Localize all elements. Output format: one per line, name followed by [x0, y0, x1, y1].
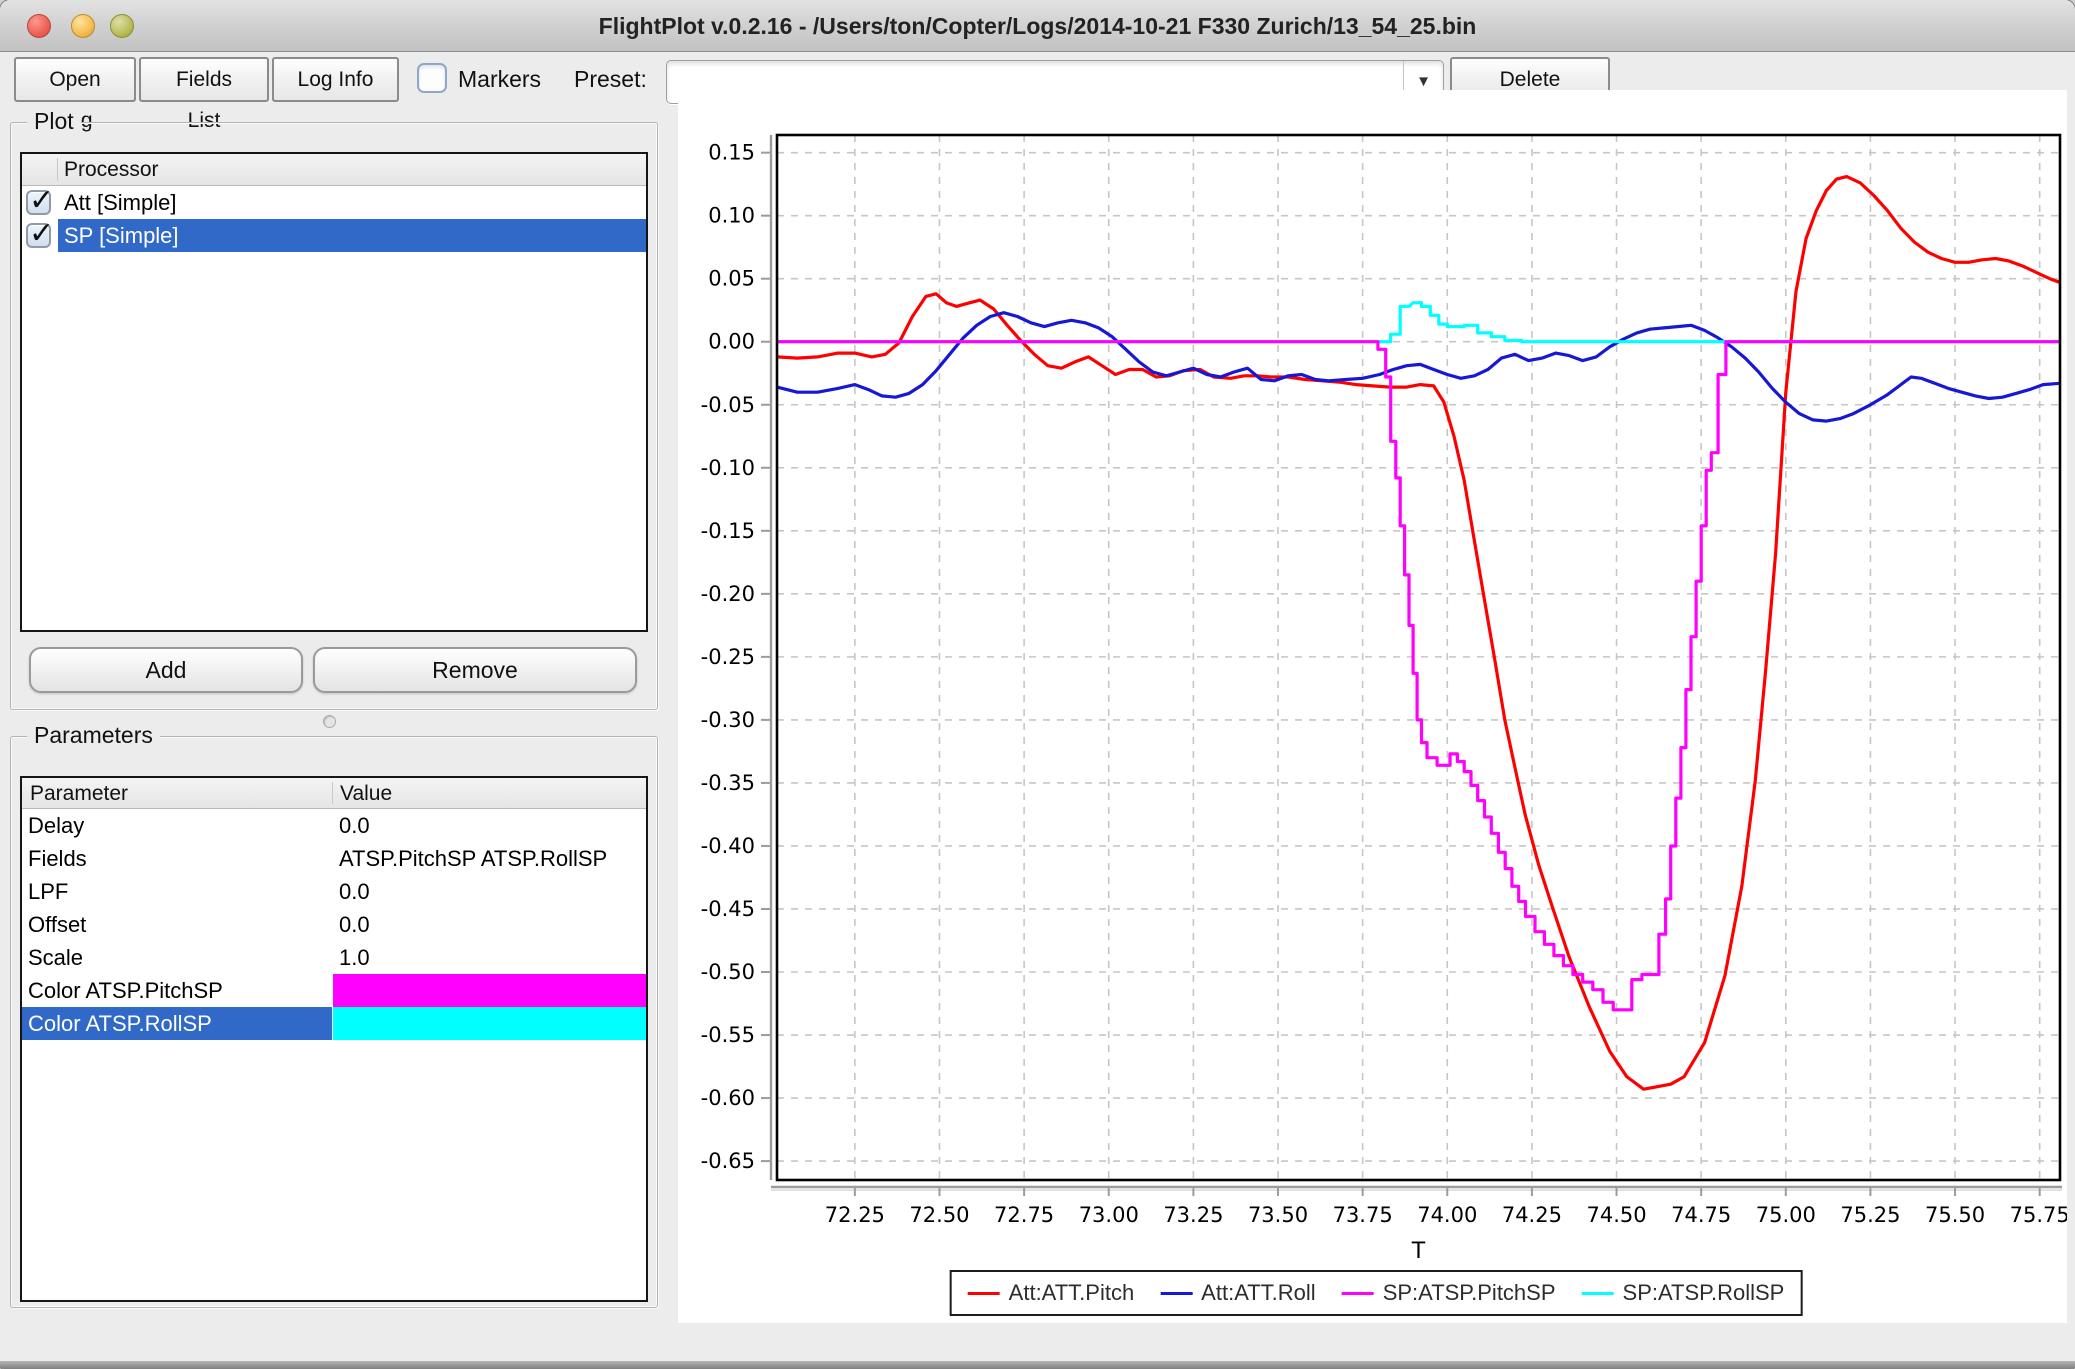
x-tick-label: 72.75 [994, 1203, 1054, 1227]
legend-line-icon [1160, 1291, 1193, 1295]
y-tick-label: -0.40 [701, 834, 755, 858]
parameter-name-cell[interactable]: LPF [22, 875, 332, 908]
y-tick-label: 0.00 [708, 330, 755, 354]
log-info-button[interactable]: Log Info [272, 57, 399, 102]
x-tick-label: 72.25 [825, 1203, 885, 1227]
parameter-name-cell[interactable]: Fields [22, 842, 332, 875]
preset-label: Preset: [574, 66, 647, 92]
chart-canvas[interactable]: 0.15 0.10 0.05 0.00 -0.05 -0.10 -0.15 -0.20 -0.2… [678, 90, 2070, 1323]
remove-button[interactable]: Remove [313, 647, 637, 693]
y-tick-label: -0.05 [701, 393, 755, 417]
chart-panel: 0.15 0.10 0.05 0.00 -0.05 -0.10 -0.15 -0.20 -0.2… [678, 90, 2070, 1323]
parameter-column-header[interactable]: Parameter [30, 778, 128, 810]
parameter-name-cell[interactable]: Offset [22, 908, 332, 941]
legend-label: Att:ATT.Roll [1201, 1280, 1316, 1305]
parameter-row[interactable]: LPF 0.0 [22, 875, 646, 908]
row-checkbox[interactable]: ✓ [26, 183, 54, 218]
window-bottom-edge [0, 1361, 2075, 1369]
x-tick-label: 75.25 [1840, 1203, 1900, 1227]
parameter-row[interactable]: Offset 0.0 [22, 908, 646, 941]
y-tick-label: -0.15 [701, 519, 755, 543]
parameters-group-title: Parameters [27, 722, 160, 749]
processor-table-header: Processor [22, 154, 646, 186]
color-swatch[interactable] [333, 974, 646, 1007]
y-tick-label: -0.60 [701, 1086, 755, 1110]
checkmark-icon: ✓ [29, 183, 55, 218]
parameter-name-cell[interactable]: Color ATSP.RollSP [22, 1007, 332, 1040]
parameters-table-header: Parameter Value [22, 778, 646, 809]
legend-label: SP:ATSP.PitchSP [1382, 1280, 1556, 1305]
x-tick-label: 73.50 [1248, 1203, 1308, 1227]
x-tick-label: 73.25 [1163, 1203, 1223, 1227]
splitter-handle[interactable] [323, 715, 336, 728]
markers-label: Markers [458, 66, 542, 92]
parameter-name-cell[interactable]: Delay [22, 809, 332, 842]
y-tick-label: -0.30 [701, 708, 755, 732]
processor-row[interactable]: ✓ Att [Simple] [22, 183, 646, 219]
open-log-button[interactable]: Open Log [14, 57, 136, 132]
legend-item: Att:ATT.Pitch [967, 1280, 1135, 1306]
x-tick-label: 74.25 [1502, 1203, 1562, 1227]
parameter-value-cell[interactable]: 0.0 [333, 875, 646, 908]
y-tick-label: -0.20 [701, 582, 755, 606]
x-tick-label: 73.00 [1079, 1203, 1139, 1227]
x-tick-label: 75.00 [1756, 1203, 1816, 1227]
x-tick-label: 74.50 [1586, 1203, 1646, 1227]
y-tick-label: -0.25 [701, 645, 755, 669]
parameter-value-cell[interactable]: 0.0 [333, 908, 646, 941]
parameter-row[interactable]: Scale 1.0 [22, 941, 646, 974]
markers-checkbox[interactable] [417, 63, 447, 93]
color-swatch[interactable] [333, 1007, 646, 1040]
chart-legend: Att:ATT.Pitch Att:ATT.Roll SP:ATSP.PitchSP… [949, 1270, 1803, 1316]
plot-group-title: Plot [27, 108, 81, 135]
y-tick-label: 0.15 [708, 141, 755, 165]
processor-row-label[interactable]: SP [Simple] [58, 219, 646, 252]
parameter-value-cell[interactable]: 1.0 [333, 941, 646, 974]
y-tick-label: -0.45 [701, 897, 755, 921]
x-tick-label: 75.75 [2010, 1203, 2067, 1227]
app-window: FlightPlot v.0.2.16 - /Users/ton/Copter/… [0, 0, 2075, 1369]
y-tick-label: 0.05 [708, 267, 755, 291]
processor-table[interactable]: Processor ✓ Att [Simple] ✓ SP [Simple] [20, 152, 648, 632]
legend-line-icon [1581, 1291, 1614, 1295]
processor-row[interactable]: ✓ SP [Simple] [22, 216, 646, 252]
window-title: FlightPlot v.0.2.16 - /Users/ton/Copter/… [598, 13, 1477, 39]
legend-label: Att:ATT.Pitch [1008, 1280, 1135, 1305]
parameter-row[interactable]: Color ATSP.PitchSP [22, 974, 646, 1007]
row-checkbox[interactable]: ✓ [26, 216, 54, 251]
y-tick-label: -0.55 [701, 1023, 755, 1047]
add-button[interactable]: Add [29, 647, 303, 693]
fields-list-button[interactable]: Fields List [139, 57, 269, 132]
x-tick-label: 72.50 [909, 1203, 969, 1227]
parameter-row[interactable]: Color ATSP.RollSP [22, 1007, 646, 1040]
parameter-row[interactable]: Delay 0.0 [22, 809, 646, 842]
parameter-name-cell[interactable]: Color ATSP.PitchSP [22, 974, 332, 1007]
processor-column-header[interactable]: Processor [64, 154, 159, 186]
x-axis-label: T [1411, 1239, 1426, 1264]
x-tick-label: 74.00 [1417, 1203, 1477, 1227]
y-tick-label: 0.10 [708, 204, 755, 228]
parameter-name-cell[interactable]: Scale [22, 941, 332, 974]
legend-line-icon [1341, 1291, 1374, 1295]
y-tick-label: -0.65 [701, 1149, 755, 1173]
y-tick-label: -0.50 [701, 960, 755, 984]
legend-label: SP:ATSP.RollSP [1622, 1280, 1785, 1305]
legend-item: SP:ATSP.RollSP [1581, 1280, 1785, 1306]
x-tick-label: 75.50 [1925, 1203, 1985, 1227]
processor-row-label[interactable]: Att [Simple] [58, 186, 646, 219]
x-tick-label: 73.75 [1333, 1203, 1393, 1227]
parameter-value-cell[interactable]: ATSP.PitchSP ATSP.RollSP [333, 842, 646, 875]
y-tick-label: -0.35 [701, 771, 755, 795]
parameter-value-cell[interactable]: 0.0 [333, 809, 646, 842]
parameter-row[interactable]: Fields ATSP.PitchSP ATSP.RollSP [22, 842, 646, 875]
y-tick-label: -0.10 [701, 456, 755, 480]
legend-item: SP:ATSP.PitchSP [1341, 1280, 1556, 1306]
legend-item: Att:ATT.Roll [1160, 1280, 1316, 1306]
x-tick-label: 74.75 [1671, 1203, 1731, 1227]
legend-line-icon [967, 1291, 1000, 1295]
parameters-table[interactable]: Parameter Value Delay 0.0 Fields ATSP.Pitch… [20, 776, 648, 1302]
checkmark-icon: ✓ [29, 216, 55, 251]
title-bar[interactable]: FlightPlot v.0.2.16 - /Users/ton/Copter/… [0, 0, 2075, 52]
value-column-header[interactable]: Value [340, 778, 392, 810]
